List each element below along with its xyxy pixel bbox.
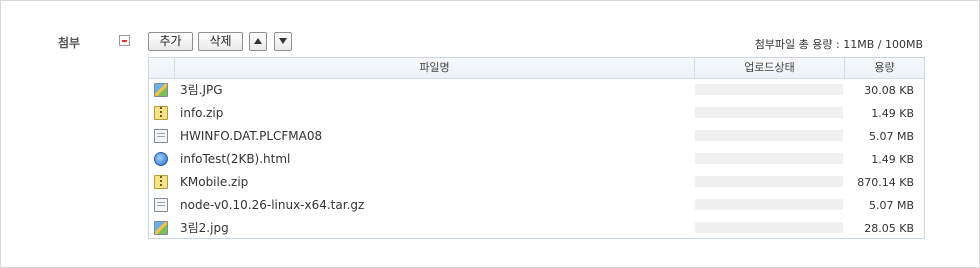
- table-header: 파일명 업로드상태 용량: [149, 58, 924, 79]
- upload-status-bar: [695, 130, 843, 141]
- header-file-size: 용량: [844, 58, 924, 78]
- table-row[interactable]: KMobile.zip 870.14 KB: [149, 171, 924, 194]
- file-name: KMobile.zip: [180, 175, 249, 189]
- upload-status-bar: [695, 84, 843, 95]
- table-row[interactable]: infoTest(2KB).html 1.49 KB: [149, 148, 924, 171]
- attachment-label: 첨부: [58, 36, 81, 50]
- table-row[interactable]: HWINFO.DAT.PLCFMA08 5.07 MB: [149, 125, 924, 148]
- collapse-minus-icon[interactable]: [119, 35, 130, 46]
- file-name: node-v0.10.26-linux-x64.tar.gz: [180, 198, 365, 212]
- image-file-icon: [154, 83, 168, 97]
- table-row[interactable]: node-v0.10.26-linux-x64.tar.gz 5.07 MB: [149, 194, 924, 217]
- header-file-name: 파일명: [174, 58, 694, 78]
- file-size: 5.07 MB: [868, 199, 914, 212]
- zip-file-icon: [154, 175, 168, 189]
- upload-status-bar: [695, 153, 843, 164]
- file-size: 5.07 MB: [868, 130, 914, 143]
- upload-status-bar: [695, 176, 843, 187]
- file-size: 30.08 KB: [864, 84, 914, 97]
- table-row[interactable]: info.zip 1.49 KB: [149, 102, 924, 125]
- file-size: 1.49 KB: [871, 153, 914, 166]
- file-list-table: 파일명 업로드상태 용량 3림.JPG 30.08 KB info.zip 1.49 …: [148, 57, 925, 239]
- file-name: infoTest(2KB).html: [180, 152, 291, 166]
- html-file-icon: [154, 152, 168, 166]
- file-name: 3림2.jpg: [180, 221, 229, 235]
- move-down-button[interactable]: [274, 32, 292, 51]
- file-size: 870.14 KB: [857, 176, 914, 189]
- header-icon-column: [149, 58, 174, 78]
- file-name: HWINFO.DAT.PLCFMA08: [180, 129, 323, 143]
- file-name: 3림.JPG: [180, 83, 223, 97]
- upload-status-bar: [695, 199, 843, 210]
- upload-status-bar: [695, 222, 843, 233]
- table-row[interactable]: 3림2.jpg 28.05 KB: [149, 217, 924, 240]
- upload-status-bar: [695, 107, 843, 118]
- header-upload-status: 업로드상태: [694, 58, 844, 78]
- total-size-text: 첨부파일 총 용량 : 11MB / 100MB: [754, 38, 923, 51]
- file-size: 28.05 KB: [864, 222, 914, 235]
- table-row[interactable]: 3림.JPG 30.08 KB: [149, 79, 924, 102]
- delete-file-button[interactable]: 삭제: [198, 32, 243, 51]
- generic-file-icon: [154, 129, 168, 143]
- generic-file-icon: [154, 198, 168, 212]
- image-file-icon: [154, 221, 168, 235]
- add-file-button[interactable]: 추가: [148, 32, 193, 51]
- attachment-panel: 첨부 추가 삭제 첨부파일 총 용량 : 11MB / 100MB 파일명 업로…: [0, 0, 980, 268]
- file-size: 1.49 KB: [871, 107, 914, 120]
- file-name: info.zip: [180, 106, 224, 120]
- move-up-button[interactable]: [249, 32, 267, 51]
- arrow-up-icon: [254, 37, 262, 44]
- zip-file-icon: [154, 106, 168, 120]
- arrow-down-icon: [279, 37, 287, 44]
